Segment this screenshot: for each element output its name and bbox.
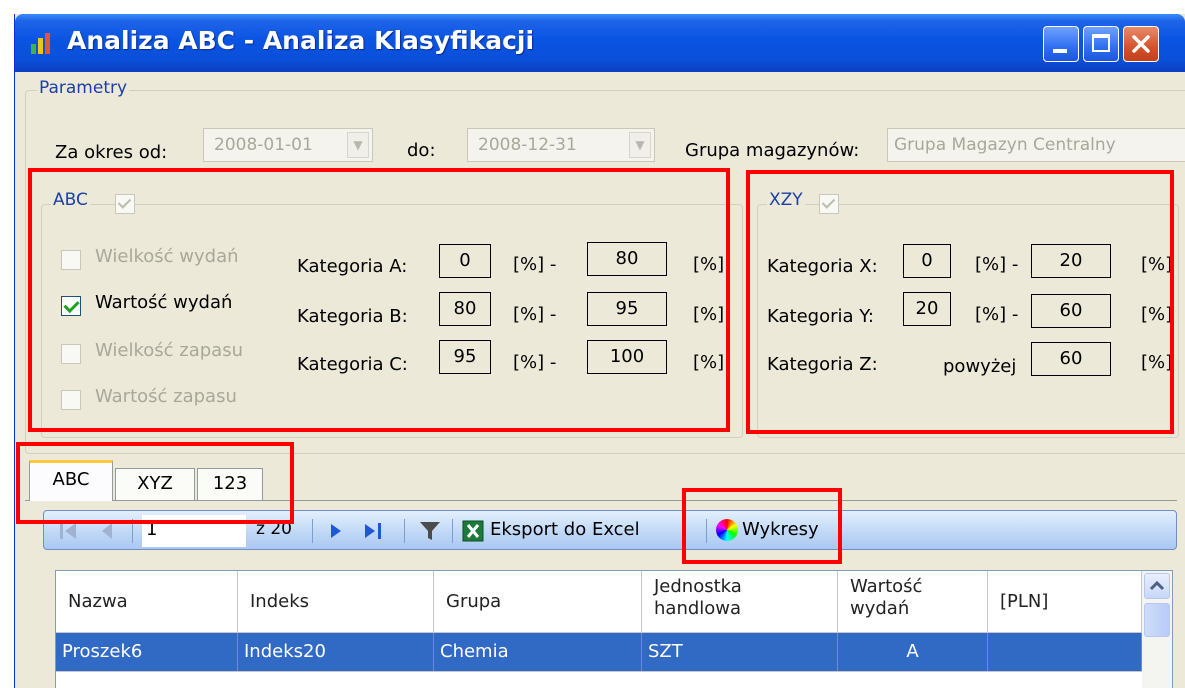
scroll-up-button[interactable] — [1144, 573, 1170, 599]
cell-wartosc-wydan: A — [838, 633, 988, 671]
from-date-label: Za okres od: — [55, 142, 168, 163]
maximize-icon — [1092, 34, 1110, 52]
to-date-combo[interactable]: 2008-12-31 ▼ — [467, 128, 655, 162]
toolbar-separator — [404, 519, 405, 543]
cell-pln — [988, 633, 1142, 671]
chart-app-icon — [31, 33, 50, 54]
column-header-indeks[interactable]: Indeks — [238, 571, 434, 633]
toolbar-separator — [312, 519, 313, 543]
cell-grupa: Chemia — [434, 633, 642, 671]
cell-indeks: Indeks20 — [238, 633, 434, 671]
results-grid: Nazwa Indeks Grupa Jednostka handlowa War… — [55, 570, 1173, 688]
highlight-abc-group — [28, 168, 730, 432]
export-excel-button[interactable]: Eksport do Excel — [460, 513, 700, 547]
maximize-button[interactable] — [1083, 26, 1119, 62]
from-date-combo[interactable]: 2008-01-01 ▼ — [203, 128, 373, 162]
column-header-jednostka[interactable]: Jednostka handlowa — [642, 571, 838, 633]
warehouse-group-field[interactable]: Grupa Magazyn Centralny — [887, 128, 1185, 162]
cell-nazwa: Proszek6 — [56, 633, 238, 671]
table-row[interactable] — [56, 671, 1142, 688]
filter-icon[interactable] — [418, 519, 442, 543]
excel-icon — [462, 520, 484, 542]
next-page-icon[interactable] — [326, 521, 346, 541]
previous-page-icon[interactable] — [98, 521, 118, 541]
column-header-pln[interactable]: [PLN] — [988, 571, 1142, 633]
from-date-value: 2008-01-01 — [214, 135, 313, 155]
highlight-xzy-group — [746, 170, 1174, 434]
close-button[interactable] — [1123, 26, 1159, 62]
cell-jednostka: SZT — [642, 633, 838, 671]
to-date-label: do: — [407, 140, 436, 161]
export-excel-label: Eksport do Excel — [490, 519, 640, 540]
chevron-up-icon — [1149, 580, 1165, 591]
highlight-charts-button — [682, 488, 842, 564]
chevron-down-icon: ▼ — [347, 132, 369, 158]
to-date-value: 2008-12-31 — [478, 135, 577, 155]
chevron-down-icon: ▼ — [629, 132, 651, 158]
vertical-scrollbar[interactable] — [1142, 571, 1172, 688]
warehouse-group-value: Grupa Magazyn Centralny — [894, 135, 1116, 155]
warehouse-group-label: Grupa magazynów: — [685, 140, 860, 161]
highlight-tabs — [16, 442, 294, 524]
last-page-icon[interactable] — [362, 521, 386, 541]
first-page-icon[interactable] — [58, 521, 80, 541]
parameters-legend: Parametry — [37, 78, 130, 98]
column-header-wartosc-wydan[interactable]: Wartość wydań — [838, 571, 988, 633]
column-header-nazwa[interactable]: Nazwa — [56, 571, 238, 633]
table-row[interactable]: Proszek6 Indeks20 Chemia SZT A — [56, 633, 1142, 671]
toolbar-separator — [452, 519, 453, 543]
scroll-thumb[interactable] — [1144, 603, 1170, 637]
column-header-grupa[interactable]: Grupa — [434, 571, 642, 633]
minimize-icon — [1053, 49, 1067, 53]
window-title: Analiza ABC - Analiza Klasyfikacji — [67, 26, 535, 55]
close-icon — [1132, 35, 1150, 53]
title-bar[interactable]: Analiza ABC - Analiza Klasyfikacji — [15, 14, 1185, 72]
minimize-button[interactable] — [1043, 26, 1079, 62]
